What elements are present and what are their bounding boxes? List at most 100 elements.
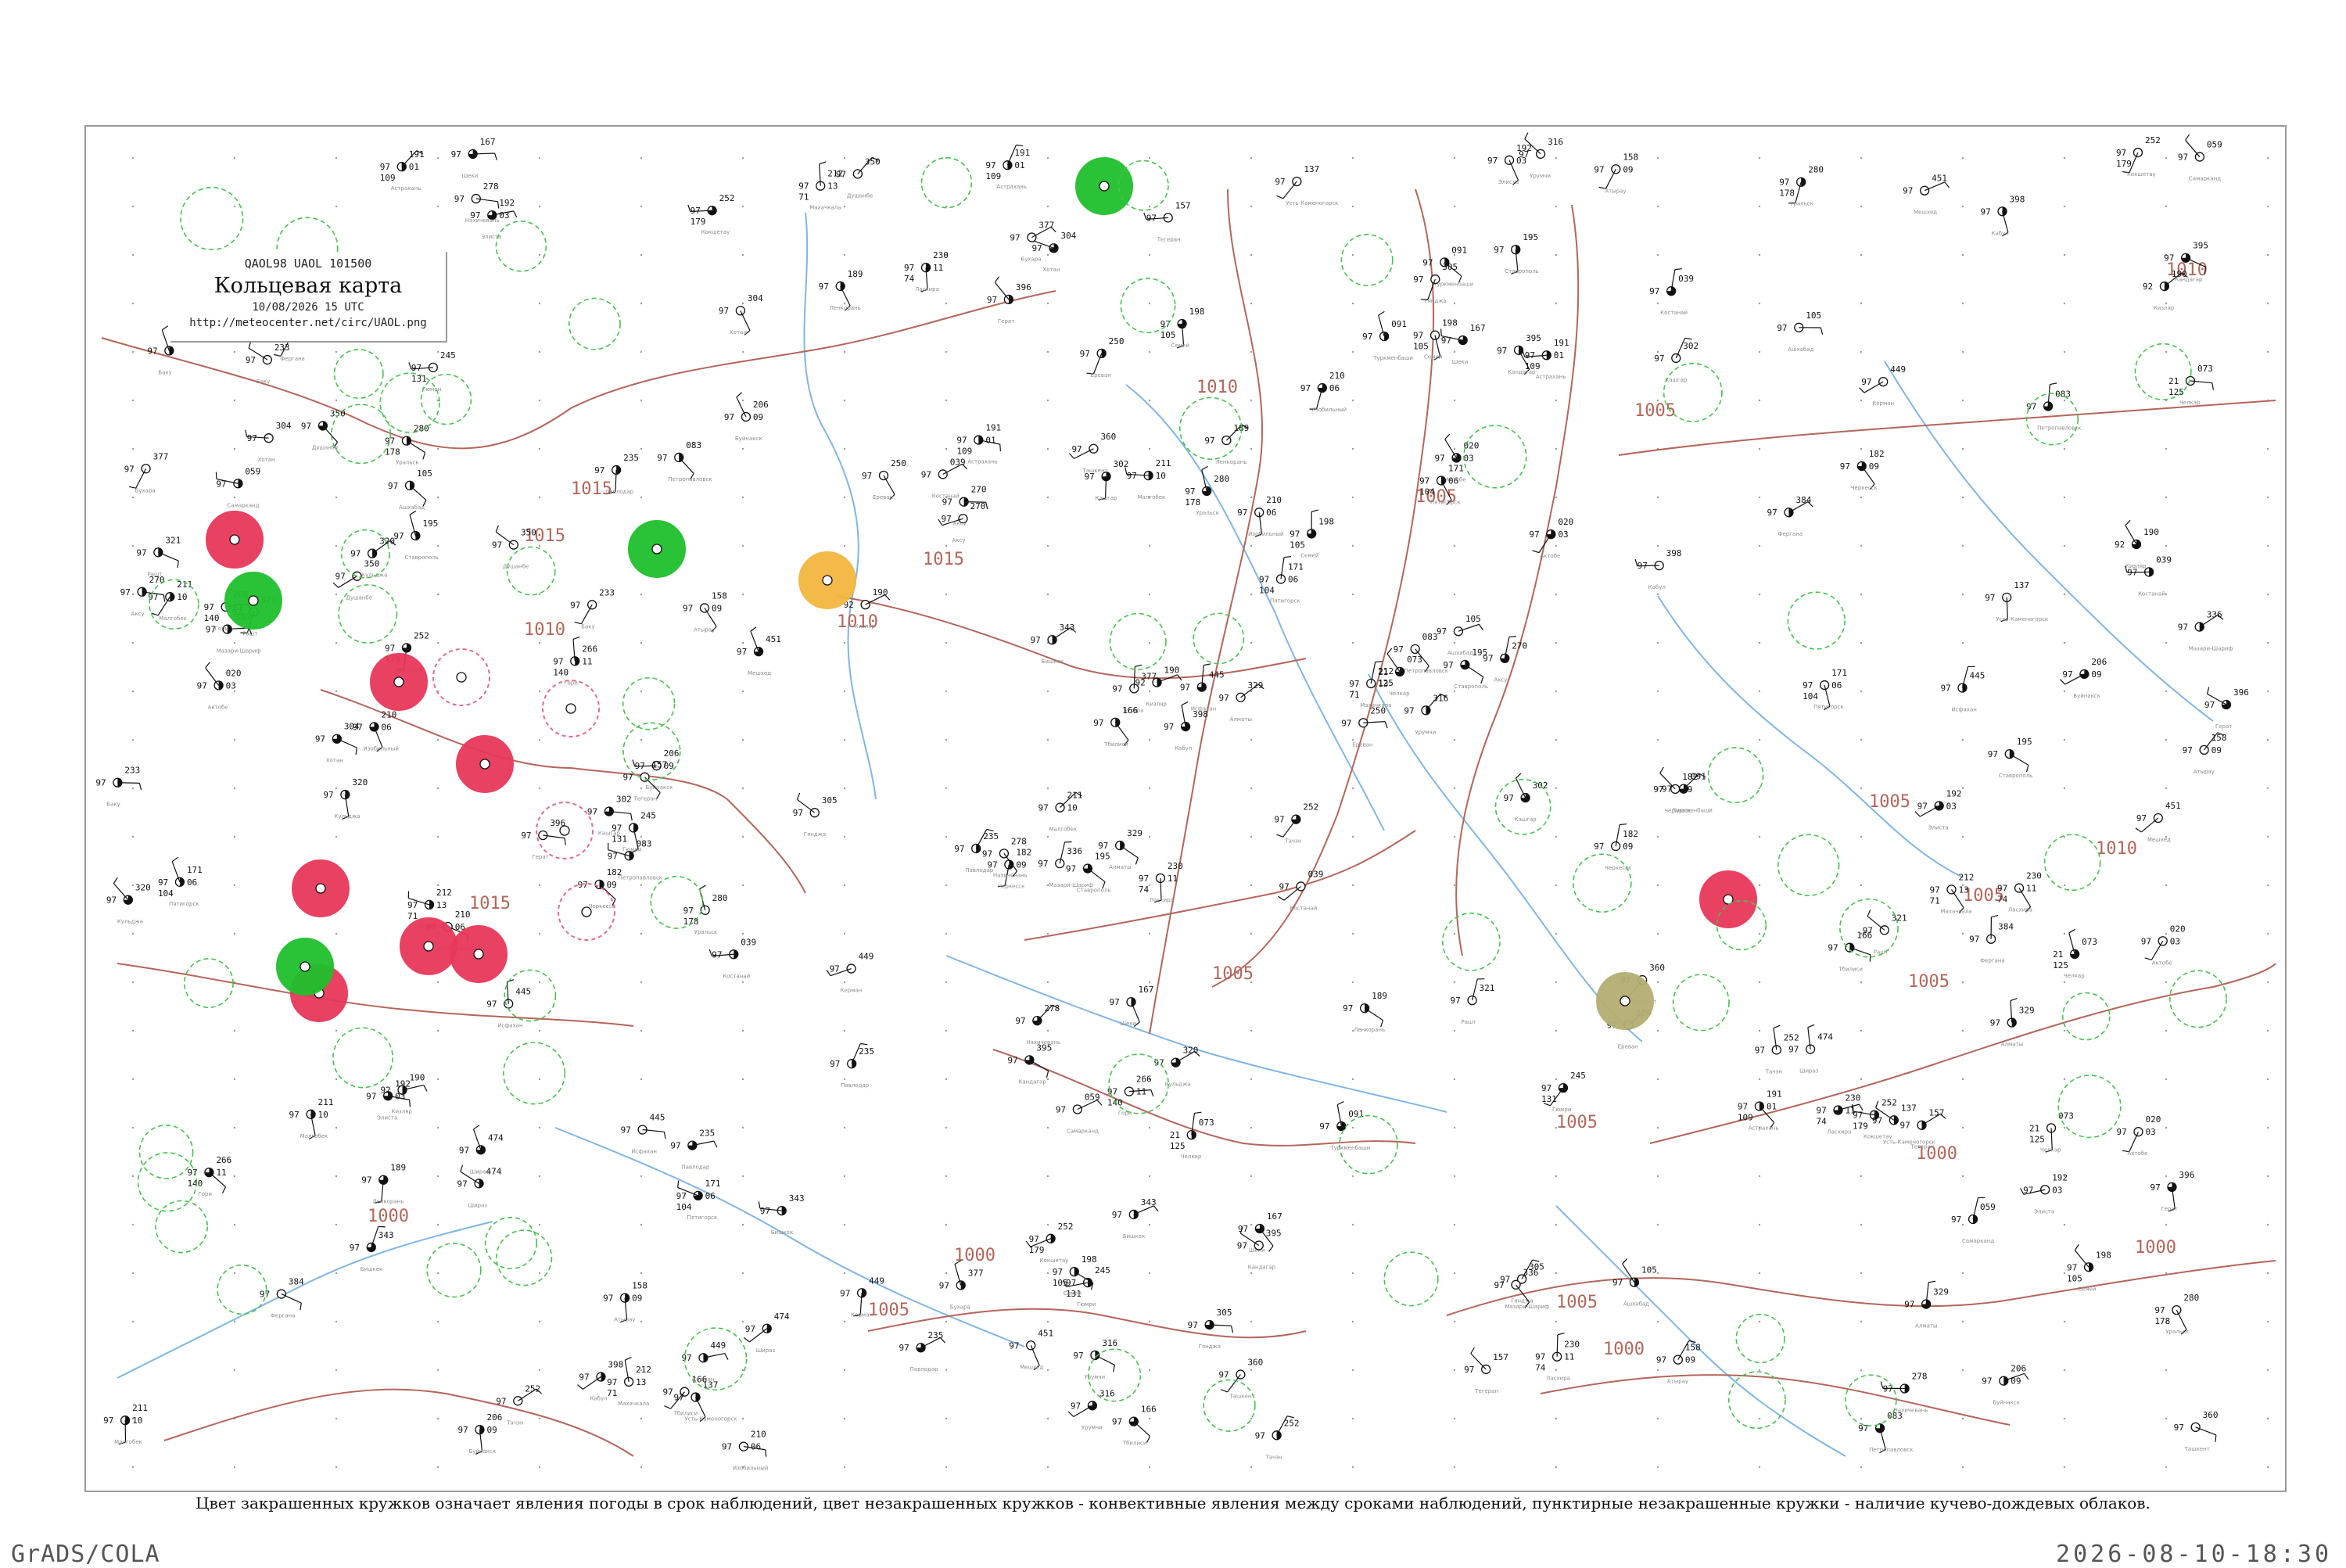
station-plot[interactable]: 1589709Атырау [1656,1340,1701,1384]
station-plot[interactable]: 2109706Изобильный [722,1430,768,1472]
station-plot[interactable]: 1919701109Астрахань [985,145,1030,190]
cumulonimbus-ring[interactable] [333,1028,393,1087]
filled-red-storm-circle[interactable] [1700,871,1756,928]
station-plot[interactable]: 30297Кашгар [1085,459,1129,501]
cumulonimbus-ring[interactable] [569,298,620,349]
filled-red-storm-circle[interactable] [400,918,457,974]
station-plot[interactable]: 25297179Кокшетау [2116,135,2161,178]
cumulonimbus-ring[interactable] [2058,1075,2121,1138]
station-plot[interactable]: 31697Урумчи [1519,133,1563,179]
station-plot[interactable]: 30297Кашгар [1654,338,1699,383]
station-plot[interactable]: 19897105Семей [1160,307,1205,349]
station-plot[interactable]: 15797Тегеран [1144,200,1191,242]
station-plot[interactable]: 2109706Изобильный [1300,371,1347,413]
station-plot[interactable]: 39697Герат [2150,1170,2194,1212]
cumulonimbus-ring[interactable] [2170,971,2226,1027]
station-plot[interactable]: 1719706104Пятигорск [1259,557,1304,605]
station-plot[interactable]: 44597Исфахан [1180,664,1225,712]
station-plot[interactable]: 03997Костанай [1649,269,1694,316]
cumulonimbus-ring[interactable] [508,547,555,594]
station-plot[interactable]: 30597Гянджа [793,793,838,838]
filled-red-storm-circle[interactable] [206,511,263,568]
station-plot[interactable]: 18997Ленкорань [361,1163,406,1205]
station-plot[interactable]: 34397Бишкек [759,1193,804,1236]
cumulonimbus-ring[interactable] [1729,1372,1785,1428]
station-plot[interactable]: 30497Хотан [246,421,292,463]
station-plot[interactable]: 05997Самарканд [216,466,260,508]
station-plot[interactable]: 23597Павлодар [670,1128,717,1171]
station-plot[interactable]: 19092Кизляр [2143,269,2187,311]
station-plot[interactable]: 23397Баку [246,341,290,385]
station-plot[interactable]: 03997Костанай [2125,554,2172,597]
station-plot[interactable]: 24597131Гюмри [409,350,456,393]
station-plot[interactable]: 2119710Малгобек [148,579,192,622]
station-plot[interactable]: 38497Фергана [1969,915,2014,963]
station-plot[interactable]: 19897105Семей [1290,510,1334,558]
station-plot[interactable]: 03997Костанай [921,457,967,499]
station-plot[interactable]: 32097Кульджа [1154,1046,1200,1088]
cumulonimbus-ring[interactable] [156,1200,207,1252]
filled-green-storm-circle[interactable] [1076,158,1132,214]
station-plot[interactable]: 32197Рашт [1863,910,1907,955]
station-plot[interactable]: 2669711140Гори [1107,1075,1153,1117]
station-plot[interactable]: 19897105Семей [2067,1244,2111,1292]
cumulonimbus-ring[interactable] [1180,397,1242,459]
station-plot[interactable]: 1589709Атырау [1594,152,1638,194]
station-plot[interactable]: 2669711140Гори [187,1155,231,1197]
station-plot[interactable]: 44997Керман [681,1340,728,1383]
station-plot[interactable]: 08397Петропавловск [657,440,712,483]
cumulonimbus-ring[interactable] [1778,834,1839,895]
station-plot[interactable]: 39897Кабул [1981,194,2025,236]
cumulonimbus-ring[interactable] [339,585,396,643]
station-plot[interactable]: 05997Самарканд [1951,1197,1996,1244]
station-plot[interactable]: 28097178Уральск [1779,165,1824,207]
cumulonimbus-ring[interactable] [1203,1380,1255,1431]
station-plot[interactable]: 2069709Буйнакск [457,1412,502,1455]
station-plot[interactable]: 2119710Малгобек [1125,458,1171,501]
station-plot[interactable]: 27897Нахичевань [1015,1003,1060,1046]
station-plot[interactable]: 44597Исфахан [486,980,531,1029]
cumulonimbus-ring[interactable] [1573,854,1631,912]
station-plot[interactable]: 16697Тбилиси [1112,1405,1157,1447]
cumulonimbus-ring[interactable] [335,350,383,398]
station-plot[interactable]: 38497Фергана [260,1277,304,1319]
cumulonimbus-ring[interactable] [185,959,233,1007]
station-plot[interactable]: 07321125Челкар [1170,1112,1214,1160]
station-plot[interactable]: 230971174Ласхира [1139,861,1183,903]
station-plot[interactable]: 39697Герат [521,818,565,860]
cumulonimbus-ring[interactable] [1495,780,1550,834]
station-plot[interactable]: 230971174Ласхира [1997,871,2042,913]
station-plot[interactable]: 16797Шеки [451,137,497,179]
station-plot[interactable]: 47497Шираз [744,1311,790,1354]
cumulonimbus-ring[interactable] [486,1218,537,1269]
station-plot[interactable]: 15797Тегеран [1464,1347,1508,1394]
cumulonimbus-ring[interactable] [1384,1252,1437,1305]
station-plot[interactable]: 27897Нахичевань [454,181,500,224]
station-plot[interactable]: 05997Самарканд [1056,1093,1102,1135]
station-plot[interactable]: 2109706Изобильный [1237,495,1283,537]
station-plot[interactable]: 32197Рашт [136,535,181,577]
station-plot[interactable]: 1719706104Пятигорск [676,1179,721,1221]
station-plot[interactable]: 44597Исфахан [621,1113,665,1155]
station-plot[interactable]: 38497Фергана [1767,495,1813,537]
station-plot[interactable]: 32997Алматы [1098,828,1143,870]
station-plot[interactable]: 25097Ереван [1080,336,1125,379]
ring-pink-storm-circle[interactable] [543,680,599,737]
station-plot[interactable]: 32997Алматы [1904,1281,1949,1329]
filled-red-storm-circle[interactable] [371,654,427,710]
station-plot[interactable]: 0209703Актобе [197,662,242,710]
station-plot[interactable]: 19597Ставрополь [1988,737,2033,779]
station-plot[interactable]: 28097178Уральск [683,885,728,935]
station-plot[interactable]: 25097Ереван [1341,705,1387,748]
station-plot[interactable]: 1929703Элиста [1915,788,1962,831]
station-plot[interactable]: 2069709Буйнакск [2060,657,2107,699]
ring-pink-storm-circle[interactable] [433,649,490,705]
station-plot[interactable]: 39897Кабул [1635,548,1681,590]
station-plot[interactable]: 1589709Атырау [2183,733,2227,775]
station-plot[interactable]: 32097Кульджа [323,777,368,820]
station-plot[interactable]: 03997Костанай [709,937,756,979]
station-plot[interactable]: 1919701109Астрахань [1738,1089,1782,1131]
station-plot[interactable]: 25097Ереван [862,458,906,501]
cumulonimbus-ring[interactable] [1846,1375,1896,1426]
station-plot[interactable]: 31697Урумчи [1068,1388,1114,1430]
